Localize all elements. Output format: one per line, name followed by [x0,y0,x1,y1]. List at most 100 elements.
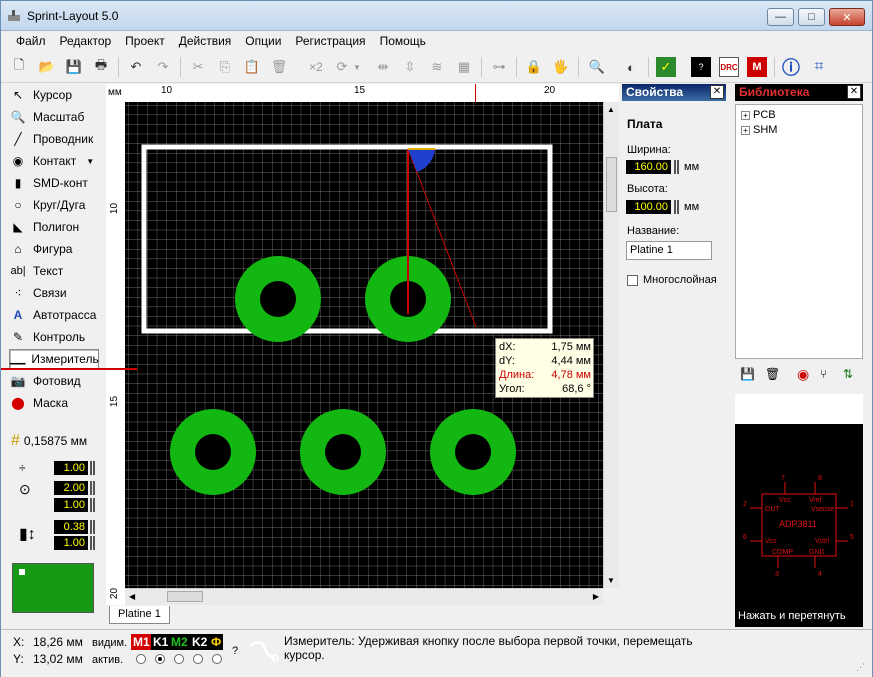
menu-project[interactable]: Проект [118,31,172,51]
tool-track[interactable]: ╱ Проводник [9,129,99,149]
rotate-dropdown-icon[interactable]: ▼ [351,57,363,77]
library-item-pcb[interactable]: + PCB [741,109,776,121]
scroll-up-icon[interactable]: ▲ [607,105,615,114]
layer-f-toggle[interactable]: Ф [209,634,224,650]
track-mode-icon[interactable] [247,634,279,664]
duplicate-icon[interactable]: ×2 [303,57,329,77]
horizontal-scrollbar[interactable]: ◀ ▶ [125,588,603,605]
board-height-spinner[interactable] [674,200,679,214]
tool-check[interactable]: ✎ Контроль [9,327,99,347]
open-folder-icon[interactable]: 📂 [37,57,57,77]
connection-icon[interactable]: ⊶ [489,57,509,77]
vertical-scroll-thumb[interactable] [606,157,617,212]
save-icon[interactable]: 💾 [64,57,84,77]
scroll-down-icon[interactable]: ▼ [607,576,615,585]
macro-icon[interactable]: M [747,57,767,77]
tool-circle[interactable]: ○ Круг/Дуга [9,195,99,215]
pad-outer-field[interactable]: 2.00 [54,481,88,495]
close-button[interactable]: ✕ [829,8,865,26]
menu-options[interactable]: Опции [238,31,288,51]
multilayer-checkbox[interactable] [627,275,638,286]
library-record-icon[interactable]: ◉ [797,366,809,383]
lock-icon[interactable]: 🔒 [524,57,544,77]
board-overview[interactable] [12,563,94,613]
menu-actions[interactable]: Действия [172,31,239,51]
library-close-icon[interactable]: ✕ [847,85,861,99]
board-name-input[interactable]: Platine 1 [626,241,712,260]
info-board-icon[interactable]: ? [691,57,711,77]
pad-inner-field[interactable]: 1.00 [54,498,88,512]
active-m1-radio[interactable] [136,654,146,664]
tool-connections[interactable]: ⁖ Связи [9,283,99,303]
library-split-icon[interactable]: ⑂ [820,367,827,381]
cut-icon[interactable]: ✂ [188,57,208,77]
active-k2-radio[interactable] [193,654,203,664]
tool-measure[interactable]: ▁▁ Измеритель [9,349,99,369]
active-f-radio[interactable] [212,654,222,664]
tool-autoroute[interactable]: A Автотрасса [9,305,99,325]
copy-icon[interactable]: ⎘ [215,57,235,77]
scroll-right-icon[interactable]: ▶ [593,592,599,601]
track-width-spinner[interactable] [90,461,95,475]
library-item-shm[interactable]: + SHM [741,124,777,136]
info-icon[interactable]: ⓘ [781,57,801,78]
tool-smd[interactable]: ▮ SMD-конт [9,173,99,193]
layer-help-icon[interactable]: ? [232,645,238,657]
library-swap-icon[interactable]: ⇅ [843,367,853,381]
tool-text[interactable]: ab| Текст [9,261,99,281]
group-icon[interactable]: ▦ [454,57,474,77]
tool-shape[interactable]: ⌂ Фигура [9,239,99,259]
print-icon[interactable]: 🖶 [91,57,111,77]
pad-dropdown-icon[interactable]: ▼ [86,157,94,166]
expand-icon[interactable]: + [741,125,750,135]
horizontal-scroll-thumb[interactable] [167,591,203,602]
maximize-button[interactable]: □ [798,8,825,26]
crop-icon[interactable]: ⌗ [809,57,829,77]
layer-k2-toggle[interactable]: K2 [190,634,210,650]
tool-cursor[interactable]: ↖ Курсор [9,85,99,105]
expand-icon[interactable]: + [741,110,750,120]
layer-m2-toggle[interactable]: M2 [169,634,190,650]
properties-close-icon[interactable]: ✕ [710,85,724,99]
vertical-scrollbar[interactable]: ▲ ▼ [603,102,619,588]
unlock-icon[interactable]: 🖐 [551,57,571,77]
library-delete-icon[interactable]: 🗑 [765,367,780,381]
mirror-v-icon[interactable]: ⇳ [400,57,420,77]
smd-x-field[interactable]: 0.38 [54,520,88,534]
tool-pad[interactable]: ◉ Контакт ▼ [9,151,99,171]
menu-edit[interactable]: Редактор [53,31,119,51]
menu-registration[interactable]: Регистрация [288,31,372,51]
menu-file[interactable]: Файл [9,31,53,51]
tab-platine-1[interactable]: Platine 1 [109,606,170,624]
paste-icon[interactable]: 📋 [242,57,262,77]
drc-icon[interactable]: DRC [719,57,739,77]
track-width-field[interactable]: 1.00 [54,461,88,475]
grid-size[interactable]: # 0,15875 мм [11,432,87,450]
board-height-field[interactable]: 100.00 [626,200,671,214]
zoom-magnifier-icon[interactable]: 🔍 [587,57,607,77]
rotate-icon[interactable]: ⟳ [332,57,352,77]
transparency-icon[interactable]: ◐ [621,57,641,77]
tool-mask[interactable]: ⬤ Маска [9,393,99,413]
smd-x-spinner[interactable] [90,520,95,534]
active-k1-radio[interactable] [155,654,165,664]
active-m2-radio[interactable] [174,654,184,664]
minimize-button[interactable]: — [767,8,794,26]
library-preview[interactable]: 7 8 1 2 5 6 3 4 Vcc Vref OUT Vsense Vctr… [735,424,863,627]
align-icon[interactable]: ≋ [427,57,447,77]
layer-m1-toggle[interactable]: M1 [131,634,152,650]
redo-icon[interactable]: ↷ [153,57,173,77]
pad-inner-spinner[interactable] [90,498,95,512]
new-file-icon[interactable]: 🗋 [9,57,29,77]
scroll-left-icon[interactable]: ◀ [129,592,135,601]
tool-zoom[interactable]: 🔍 Масштаб [9,107,99,127]
smd-y-spinner[interactable] [90,536,95,550]
delete-icon[interactable]: 🗑 [269,57,289,77]
autoroute-tool-icon[interactable]: ✓ [656,57,676,77]
menu-help[interactable]: Помощь [373,31,433,51]
pad-outer-spinner[interactable] [90,481,95,495]
mirror-h-icon[interactable]: ⇹ [373,57,393,77]
board-width-spinner[interactable] [674,160,679,174]
tool-photoview[interactable]: 📷 Фотовид [9,371,99,391]
smd-y-field[interactable]: 1.00 [54,536,88,550]
